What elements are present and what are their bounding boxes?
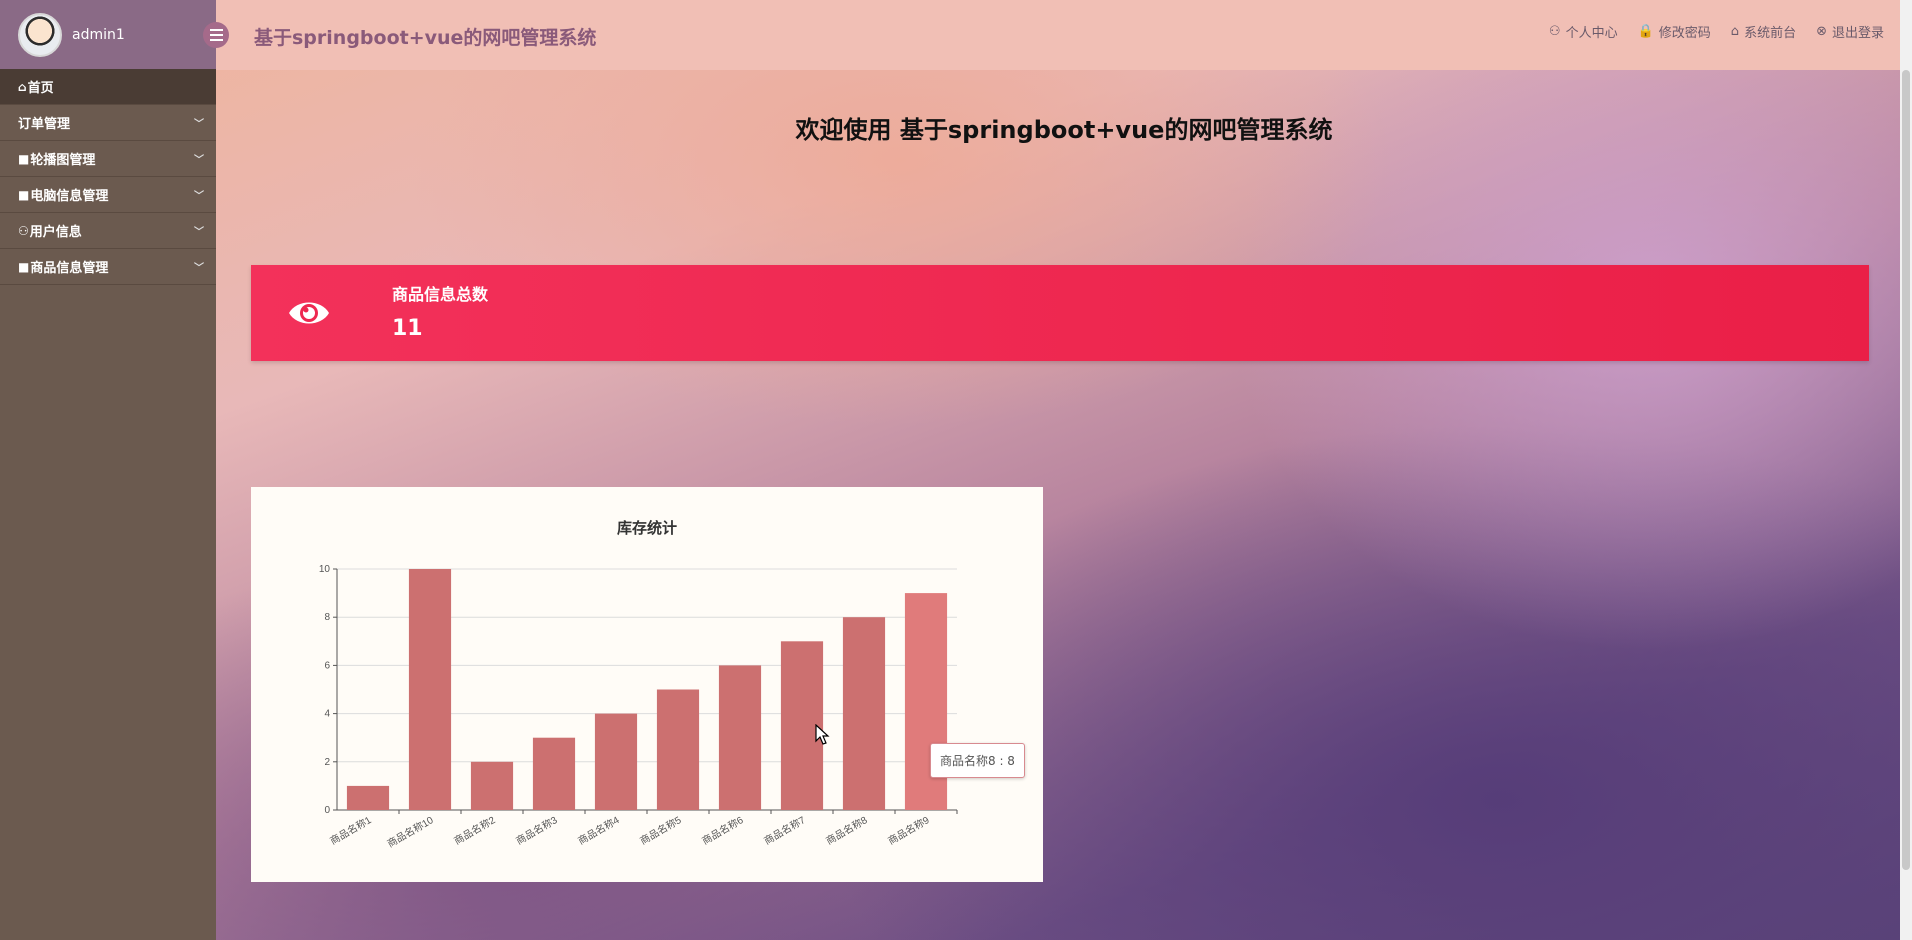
close-circle-icon: ⊗ (1816, 24, 1827, 39)
top-links: ⚇ 个人中心 🔒 修改密码 ⌂ 系统前台 ⊗ 退出登录 (1549, 22, 1884, 41)
hamburger-icon-line (209, 34, 223, 36)
sidebar-header: admin1 (0, 0, 216, 69)
x-tick-label: 商品名称6 (700, 813, 746, 847)
sidebar-item-products[interactable]: ■ 商品信息管理 ﹀ (0, 249, 216, 285)
square-icon: ■ (18, 187, 30, 202)
link-label: 退出登录 (1831, 26, 1884, 41)
x-tick-label: 商品名称9 (886, 813, 932, 847)
frontend-link[interactable]: ⌂ 系统前台 (1731, 22, 1796, 41)
eye-icon (289, 302, 329, 324)
x-tick-label: 商品名称10 (385, 813, 436, 850)
avatar[interactable] (18, 12, 62, 57)
home-icon: ⌂ (1730, 24, 1740, 39)
welcome-heading: 欢迎使用 基于springboot+vue的网吧管理系统 (795, 116, 1333, 144)
x-tick-label: 商品名称5 (638, 813, 684, 847)
link-label: 修改密码 (1658, 26, 1711, 41)
lock-icon: 🔒 (1637, 24, 1654, 39)
bar (656, 689, 700, 810)
sidebar-item-home[interactable]: ⌂ 首页 (0, 69, 216, 105)
y-tick-label: 8 (324, 612, 330, 623)
inventory-bar-chart: 0 2 4 6 8 10 商品名称1 商品名称10 商品名称2 商品名称3 商品名称4 商品名称5 商品… (319, 564, 958, 850)
sidebar-item-computers[interactable]: ■ 电脑信息管理 ﹀ (0, 177, 216, 213)
bar (346, 785, 390, 810)
change-password-link[interactable]: 🔒 修改密码 (1638, 22, 1711, 41)
bar (842, 617, 886, 810)
sidebar-item-label: 商品信息管理 (30, 261, 109, 276)
admin-name: admin1 (72, 26, 125, 43)
chevron-down-icon: ﹀ (194, 191, 204, 202)
user-icon: ⚇ (18, 223, 29, 238)
scrollbar-thumb[interactable] (1902, 70, 1910, 870)
bar (594, 713, 638, 810)
chevron-down-icon: ﹀ (194, 227, 204, 238)
menu-collapse-button[interactable] (203, 22, 229, 48)
bar (470, 761, 514, 810)
y-tick-label: 4 (324, 709, 330, 720)
sidebar-item-label: 订单管理 (18, 117, 71, 132)
x-tick-label: 商品名称8 (824, 813, 870, 847)
bar (408, 569, 452, 810)
x-tick-label: 商品名称7 (762, 813, 808, 847)
topbar: 基于springboot+vue的网吧管理系统 ⚇ 个人中心 🔒 修改密码 ⌂ … (216, 0, 1912, 70)
system-title: 基于springboot+vue的网吧管理系统 (254, 27, 597, 49)
stat-value: 11 (392, 316, 423, 341)
sidebar: admin1 ⌂ 首页 订单管理 ﹀ ■ 轮播图管理 ﹀ ■ 电脑信息管理 ﹀ … (0, 0, 216, 940)
mouse-cursor-icon (815, 724, 830, 745)
inventory-chart-card: 库存统计 0 2 4 6 8 10 商品名称1 商品名称10 商品名称2 商品名称3 商品名称4 商品… (251, 487, 1043, 882)
sidebar-item-label: 首页 (27, 81, 54, 96)
square-icon: ■ (18, 259, 30, 274)
y-tick-label: 10 (319, 564, 331, 575)
user-icon: ⚇ (1548, 24, 1561, 39)
stat-label: 商品信息总数 (392, 285, 489, 304)
sidebar-item-users[interactable]: ⚇ 用户信息 ﹀ (0, 213, 216, 249)
x-tick-label: 商品名称3 (514, 813, 560, 847)
x-tick-label: 商品名称2 (452, 813, 498, 847)
link-label: 系统前台 (1744, 26, 1797, 41)
chevron-down-icon: ﹀ (194, 119, 204, 130)
sidebar-item-carousel[interactable]: ■ 轮播图管理 ﹀ (0, 141, 216, 177)
link-label: 个人中心 (1565, 26, 1618, 41)
sidebar-item-orders[interactable]: 订单管理 ﹀ (0, 105, 216, 141)
y-tick-label: 2 (324, 757, 330, 768)
y-tick-label: 6 (324, 660, 330, 671)
chevron-down-icon: ﹀ (194, 263, 204, 274)
x-tick-label: 商品名称4 (576, 813, 622, 847)
hamburger-icon-line (209, 39, 223, 41)
chart-tooltip: 商品名称8 : 8 (930, 743, 1025, 778)
sidebar-item-label: 电脑信息管理 (30, 189, 109, 204)
personal-center-link[interactable]: ⚇ 个人中心 (1549, 22, 1618, 41)
product-count-card: 商品信息总数 11 (251, 265, 1869, 361)
logout-link[interactable]: ⊗ 退出登录 (1816, 22, 1884, 41)
chevron-down-icon: ﹀ (194, 155, 204, 166)
bar (718, 665, 762, 810)
x-tick-label: 商品名称1 (328, 813, 374, 847)
hamburger-icon-line (209, 29, 223, 31)
sidebar-item-label: 用户信息 (29, 225, 82, 240)
square-icon: ■ (18, 151, 30, 166)
sidebar-item-label: 轮播图管理 (30, 153, 96, 168)
home-icon: ⌂ (18, 79, 27, 94)
page-scrollbar[interactable] (1900, 0, 1912, 940)
bar (532, 737, 576, 810)
y-tick-label: 0 (324, 805, 330, 816)
